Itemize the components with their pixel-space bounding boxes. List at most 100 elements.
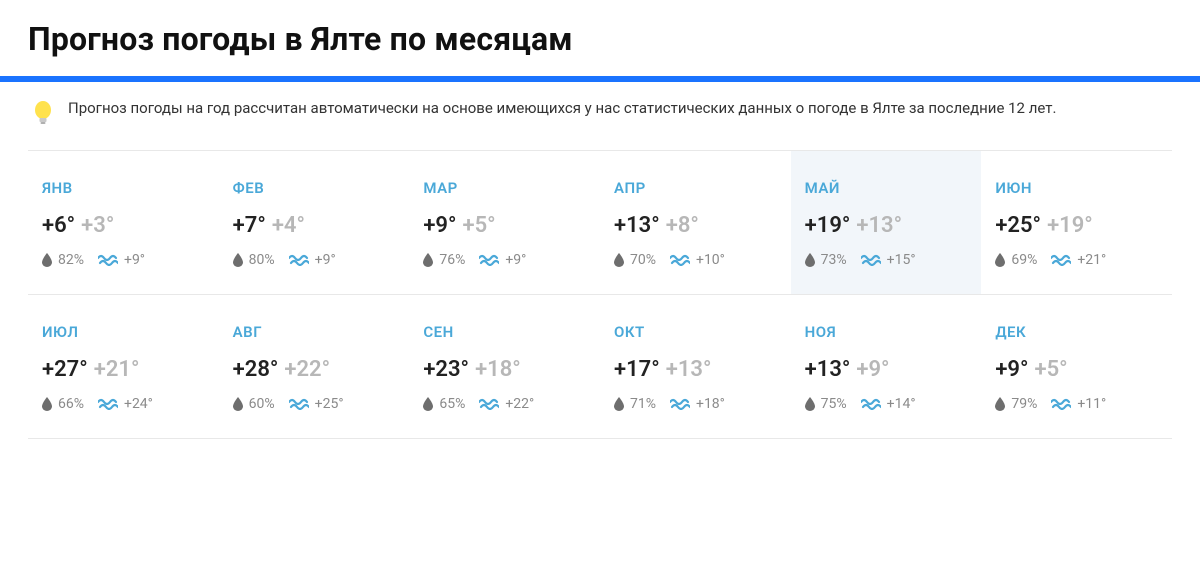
humidity-value: 80% <box>249 252 275 268</box>
water-temp-value: +9° <box>505 252 526 268</box>
month-meta: 65% +22° <box>423 396 586 412</box>
temp-low: +13° <box>666 357 712 382</box>
temp-high: +25° <box>995 213 1041 238</box>
drop-icon <box>805 253 815 267</box>
temp-high: +28° <box>233 357 279 382</box>
temp-high: +19° <box>805 213 851 238</box>
humidity-value: 76% <box>439 252 465 268</box>
month-label: ИЮН <box>995 179 1158 197</box>
page-title: Прогноз погоды в Ялте по месяцам <box>28 20 1172 58</box>
humidity-value: 65% <box>439 396 465 412</box>
drop-icon <box>805 397 815 411</box>
month-cell[interactable]: ЯНВ+6°+3°82%+9° <box>28 151 219 295</box>
water-temp-value: +21° <box>1077 252 1106 268</box>
humidity-value: 60% <box>249 396 275 412</box>
water-temp-value: +10° <box>696 252 725 268</box>
temp-low: +13° <box>856 213 902 238</box>
month-label: АВГ <box>233 323 396 341</box>
temp-high: +7° <box>233 213 266 238</box>
temp-low: +5° <box>1035 357 1068 382</box>
drop-icon <box>42 253 52 267</box>
month-meta: 73%+15° <box>805 252 968 268</box>
water-temp-value: +25° <box>315 396 344 412</box>
month-label: МАЙ <box>805 179 968 197</box>
drop-icon <box>233 253 243 267</box>
humidity-value: 75% <box>821 396 847 412</box>
temp-high: +13° <box>805 357 851 382</box>
humidity-value: 79% <box>1011 396 1037 412</box>
month-cell[interactable]: МАЙ +19°+13° 73%+15° <box>791 151 982 295</box>
temp-low: +5° <box>463 213 496 238</box>
humidity-value: 70% <box>630 252 656 268</box>
month-meta: 82%+9° <box>42 252 205 268</box>
month-meta: 66% +24° <box>42 396 205 412</box>
month-meta: 79% +11° <box>995 396 1158 412</box>
month-temps: +25°+19° <box>995 213 1158 238</box>
temp-high: +17° <box>614 357 660 382</box>
water-temp-value: +11° <box>1077 396 1106 412</box>
wave-icon <box>861 254 881 266</box>
temp-high: +9° <box>995 357 1028 382</box>
lightbulb-icon <box>32 100 54 132</box>
wave-icon <box>479 254 499 266</box>
month-cell[interactable]: ИЮЛ+27°+21°66%+24° <box>28 295 219 439</box>
temp-high: +6° <box>42 213 75 238</box>
month-cell[interactable]: ОКТ +17°+13° 71% +18° <box>600 295 791 439</box>
month-cell[interactable]: АПР+13°+8°70%+10° <box>600 151 791 295</box>
water-temp-value: +18° <box>696 396 725 412</box>
month-temps: +7°+4° <box>233 213 396 238</box>
temp-low: +22° <box>284 357 330 382</box>
wave-icon <box>670 398 690 410</box>
months-grid: ЯНВ+6°+3°82%+9°ФЕВ+7°+4°80%+9°МАР+9°+5°7… <box>28 151 1172 439</box>
drop-icon <box>995 253 1005 267</box>
notice-banner: Прогноз погоды на год рассчитан автомати… <box>28 82 1172 151</box>
temp-high: +13° <box>614 213 660 238</box>
humidity-value: 69% <box>1011 252 1037 268</box>
temp-high: +9° <box>423 213 456 238</box>
month-temps: +27°+21° <box>42 357 205 382</box>
humidity-value: 66% <box>58 396 84 412</box>
month-cell[interactable]: МАР +9° +5° 76% +9° <box>409 151 600 295</box>
water-temp-value: +22° <box>505 396 534 412</box>
month-label: СЕН <box>423 323 586 341</box>
month-cell[interactable]: НОЯ+13°+9°75%+14° <box>791 295 982 439</box>
month-cell[interactable]: СЕН +23°+18° 65% +22° <box>409 295 600 439</box>
month-meta: 80% +9° <box>233 252 396 268</box>
wave-icon <box>98 398 118 410</box>
temp-low: +21° <box>94 357 140 382</box>
water-temp-value: +14° <box>887 396 916 412</box>
temp-low: +9° <box>856 357 889 382</box>
wave-icon <box>289 254 309 266</box>
temp-high: +23° <box>423 357 469 382</box>
month-cell[interactable]: ИЮН +25°+19° 69% +21° <box>981 151 1172 295</box>
wave-icon <box>98 254 118 266</box>
month-label: ОКТ <box>614 323 777 341</box>
water-temp-value: +24° <box>124 396 153 412</box>
month-meta: 75% +14° <box>805 396 968 412</box>
wave-icon <box>1051 398 1071 410</box>
month-temps: +28°+22° <box>233 357 396 382</box>
drop-icon <box>614 397 624 411</box>
month-label: ЯНВ <box>42 179 205 197</box>
wave-icon <box>670 254 690 266</box>
month-meta: 69% +21° <box>995 252 1158 268</box>
wave-icon <box>479 398 499 410</box>
month-cell[interactable]: ФЕВ+7°+4°80%+9° <box>219 151 410 295</box>
month-temps: +17°+13° <box>614 357 777 382</box>
month-meta: 60% +25° <box>233 396 396 412</box>
month-cell[interactable]: АВГ +28°+22° 60% +25° <box>219 295 410 439</box>
drop-icon <box>42 397 52 411</box>
month-cell[interactable]: ДЕК+9°+5°79%+11° <box>981 295 1172 439</box>
wave-icon <box>289 398 309 410</box>
humidity-value: 71% <box>630 396 656 412</box>
month-temps: +13°+9° <box>805 357 968 382</box>
water-temp-value: +9° <box>315 252 336 268</box>
drop-icon <box>995 397 1005 411</box>
month-meta: 76% +9° <box>423 252 586 268</box>
temp-low: +18° <box>475 357 521 382</box>
month-label: МАР <box>423 179 586 197</box>
month-meta: 70% +10° <box>614 252 777 268</box>
month-temps: +19°+13° <box>805 213 968 238</box>
humidity-value: 82% <box>58 252 84 268</box>
wave-icon <box>1051 254 1071 266</box>
